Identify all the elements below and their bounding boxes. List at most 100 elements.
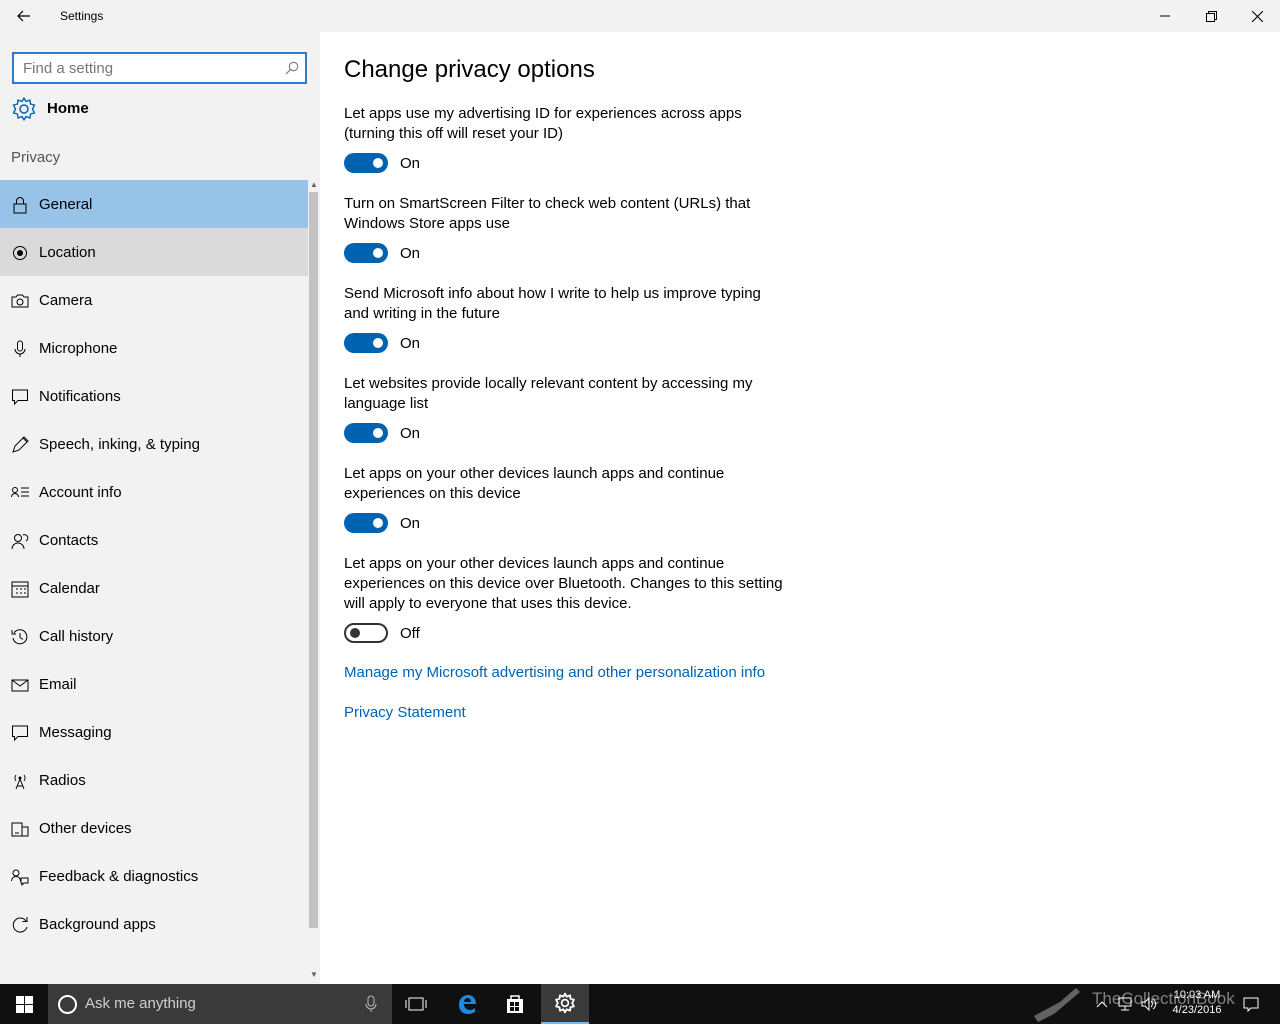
sidebar-item-microphone[interactable]: Microphone <box>0 324 308 372</box>
toggle-switch[interactable] <box>344 423 388 443</box>
privacy-statement-link[interactable]: Privacy Statement <box>344 704 466 721</box>
close-button[interactable] <box>1234 0 1280 32</box>
sidebar-item-feedback[interactable]: Feedback & diagnostics <box>0 852 308 900</box>
home-label: Home <box>47 100 89 117</box>
search-icon[interactable] <box>285 61 299 75</box>
search-input[interactable] <box>14 54 269 82</box>
toggle-bluetooth-devices[interactable]: Off <box>344 622 420 644</box>
taskbar: Ask me anything TheCollectionBook 10:03 … <box>0 984 1280 1024</box>
setting-advertising-id: Let apps use my advertising ID for exper… <box>344 104 784 173</box>
location-icon <box>13 246 27 260</box>
show-hidden-icons-button[interactable] <box>1092 984 1112 1024</box>
clock[interactable]: 10:03 AM 4/23/2016 <box>1152 988 1242 1018</box>
action-center-icon <box>1243 997 1259 1012</box>
toggle-state-label: On <box>400 424 421 442</box>
toggle-switch[interactable] <box>344 623 388 643</box>
sidebar-item-background-apps[interactable]: Background apps <box>0 900 308 948</box>
setting-description-line: will apply to everyone that uses this de… <box>344 595 632 612</box>
toggle-other-devices[interactable]: On <box>344 512 420 534</box>
setting-description-line: Send Microsoft info about how I write to… <box>344 285 761 302</box>
setting-description-line: Let apps use my advertising ID for exper… <box>344 105 742 122</box>
scrollbar-thumb[interactable] <box>309 192 318 928</box>
other-devices-icon <box>11 822 29 837</box>
windows-logo-icon <box>15 995 33 1013</box>
minimize-icon <box>1160 15 1170 17</box>
setting-description: Turn on SmartScreen Filter to check web … <box>344 194 784 234</box>
toggle-switch[interactable] <box>344 333 388 353</box>
setting-description-line: Turn on SmartScreen Filter to check web … <box>344 195 751 212</box>
clock-date: 4/23/2016 <box>1172 1004 1222 1016</box>
sidebar-item-email[interactable]: Email <box>0 660 308 708</box>
manage-advertising-link[interactable]: Manage my Microsoft advertising and othe… <box>344 664 765 681</box>
toggle-language-list[interactable]: On <box>344 422 420 444</box>
setting-other-devices: Let apps on your other devices launch ap… <box>344 464 784 533</box>
sidebar-item-label: Feedback & diagnostics <box>39 868 199 885</box>
start-button[interactable] <box>0 984 48 1024</box>
feedback-icon <box>11 869 29 886</box>
sidebar-scrollbar[interactable]: ▲ ▼ <box>308 180 320 984</box>
sidebar-item-other-devices[interactable]: Other devices <box>0 804 308 852</box>
speech-icon <box>12 436 29 453</box>
sidebar-item-label: Notifications <box>39 388 121 405</box>
restore-button[interactable] <box>1188 0 1234 32</box>
sidebar-item-calendar[interactable]: Calendar <box>0 564 308 612</box>
main-content: Change privacy options Let apps use my a… <box>320 32 1280 984</box>
store-icon <box>507 995 523 1013</box>
toggle-switch[interactable] <box>344 513 388 533</box>
back-button[interactable] <box>0 0 48 32</box>
toggle-smartscreen[interactable]: On <box>344 242 420 264</box>
gear-icon <box>12 97 36 121</box>
toggle-switch[interactable] <box>344 153 388 173</box>
sidebar-item-camera[interactable]: Camera <box>0 276 308 324</box>
setting-description-line: experiences on this device over Bluetoot… <box>344 575 783 592</box>
toggle-state-label: On <box>400 244 421 262</box>
toggle-typing-info[interactable]: On <box>344 332 420 354</box>
sidebar-item-speech[interactable]: Speech, inking, & typing <box>0 420 308 468</box>
sidebar-item-general[interactable]: General <box>0 180 308 228</box>
setting-description-line: Windows Store apps use <box>344 215 510 232</box>
action-center-button[interactable] <box>1240 984 1262 1024</box>
toggle-advertising-id[interactable]: On <box>344 152 420 174</box>
cortana-search-placeholder: Ask me anything <box>85 995 196 1012</box>
sidebar-item-account-info[interactable]: Account info <box>0 468 308 516</box>
task-view-button[interactable] <box>392 984 440 1024</box>
setting-smartscreen: Turn on SmartScreen Filter to check web … <box>344 194 784 263</box>
cortana-search-box[interactable]: Ask me anything <box>48 984 392 1024</box>
sidebar-item-radios[interactable]: Radios <box>0 756 308 804</box>
setting-typing-info: Send Microsoft info about how I write to… <box>344 284 784 353</box>
chevron-up-icon <box>1096 1001 1108 1008</box>
back-arrow-icon <box>17 10 30 22</box>
store-button[interactable] <box>491 984 539 1024</box>
call-history-icon <box>11 629 28 645</box>
edge-button[interactable] <box>443 984 491 1024</box>
sidebar-item-label: Other devices <box>39 820 132 837</box>
setting-language-list: Let websites provide locally relevant co… <box>344 374 784 443</box>
sidebar-item-notifications[interactable]: Notifications <box>0 372 308 420</box>
setting-description: Let apps use my advertising ID for exper… <box>344 104 784 144</box>
sidebar-item-label: Email <box>39 676 77 693</box>
setting-description-line: Let apps on your other devices launch ap… <box>344 465 725 482</box>
sidebar-item-contacts[interactable]: Contacts <box>0 516 308 564</box>
messaging-icon <box>12 725 28 742</box>
sidebar-item-call-history[interactable]: Call history <box>0 612 308 660</box>
toggle-switch[interactable] <box>344 243 388 263</box>
search-box[interactable] <box>12 52 307 84</box>
sidebar-item-label: Messaging <box>39 724 112 741</box>
sidebar-item-messaging[interactable]: Messaging <box>0 708 308 756</box>
minimize-button[interactable] <box>1142 0 1188 32</box>
scroll-down-icon[interactable]: ▼ <box>310 970 318 979</box>
setting-description-line: Let websites provide locally relevant co… <box>344 375 753 392</box>
clock-time: 10:03 AM <box>1173 989 1221 1001</box>
sidebar: Home Privacy General Location Camera Mic… <box>0 32 320 984</box>
sidebar-item-label: Calendar <box>39 580 100 597</box>
scroll-up-icon[interactable]: ▲ <box>310 180 318 189</box>
toggle-state-label: Off <box>400 624 420 642</box>
task-view-icon <box>405 997 427 1011</box>
sidebar-item-label: Camera <box>39 292 93 309</box>
sidebar-item-label: Background apps <box>39 916 156 933</box>
sidebar-item-location[interactable]: Location <box>0 228 308 276</box>
microphone-icon[interactable] <box>364 995 378 1013</box>
network-button[interactable] <box>1114 984 1136 1024</box>
settings-taskbar-button[interactable] <box>541 984 589 1024</box>
home-link[interactable]: Home <box>0 92 308 126</box>
